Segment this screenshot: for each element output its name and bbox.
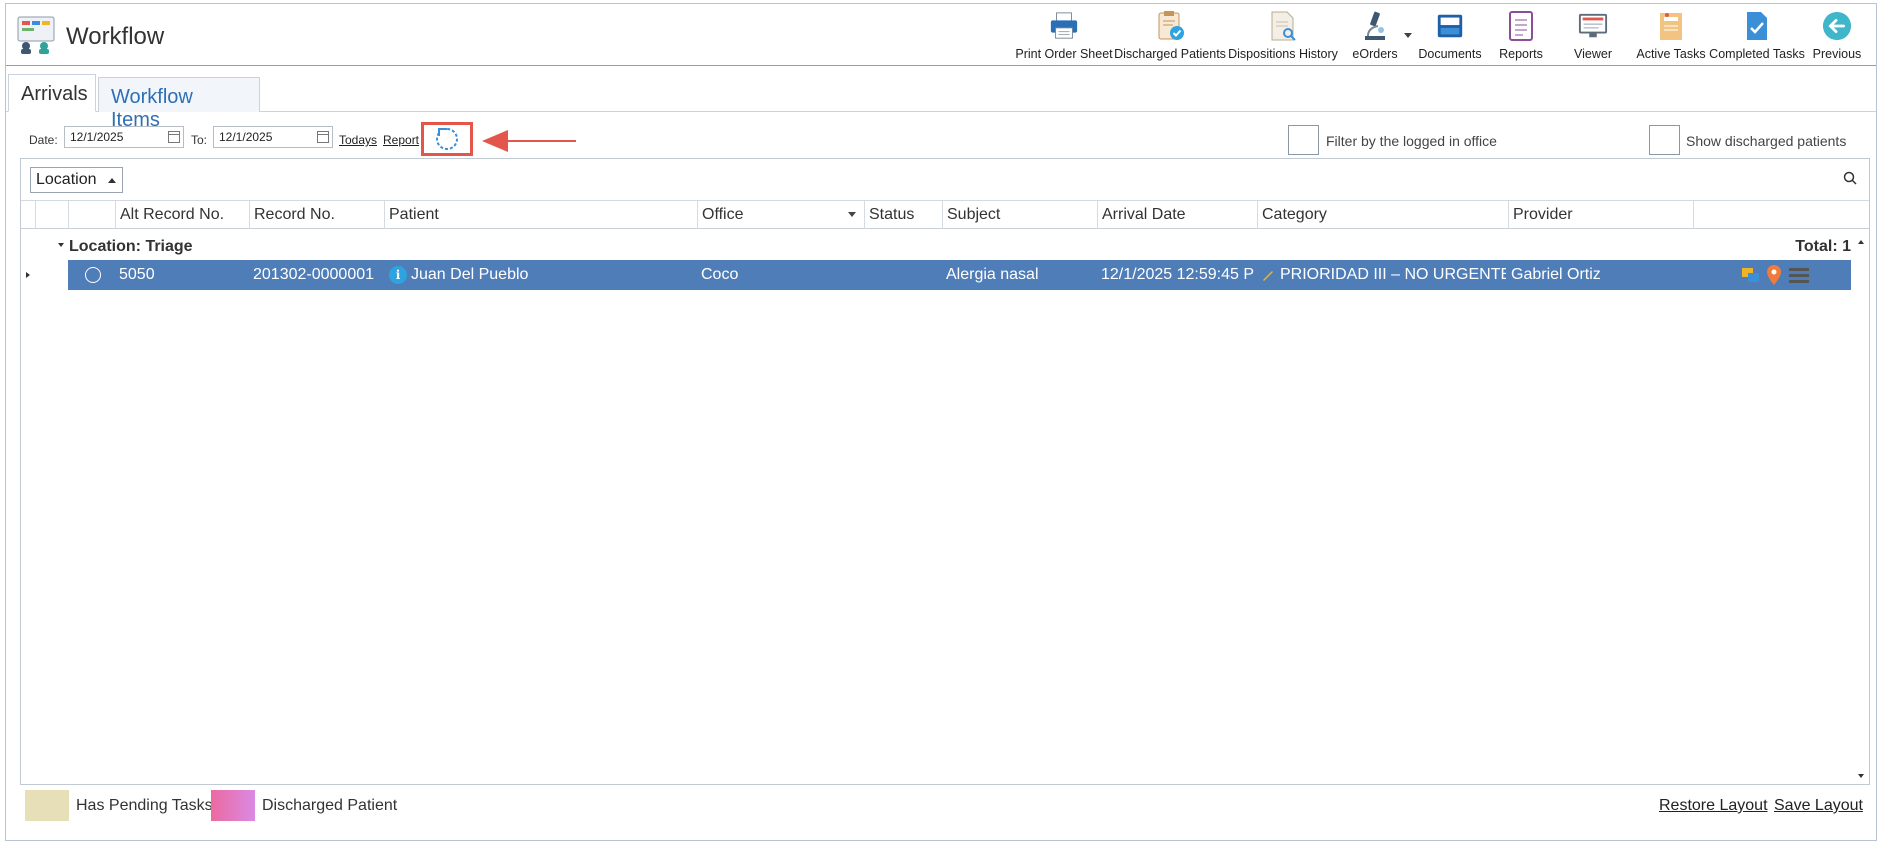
cell-category: PRIORIDAD III – NO URGENTE xyxy=(1280,266,1506,283)
filter-bar: Date: 12/1/2025 To: 12/1/2025 Todays Rep… xyxy=(6,122,1876,158)
calendar-icon[interactable] xyxy=(168,131,180,143)
pending-tasks-swatch xyxy=(25,790,69,821)
workflow-window: Workflow Print Order Sheet Discharged Pa… xyxy=(5,3,1877,841)
dispositions-history-button[interactable]: Dispositions History xyxy=(1226,8,1340,64)
show-discharged-label: Show discharged patients xyxy=(1686,133,1847,149)
column-header-arrival-date[interactable]: Arrival Date xyxy=(1097,201,1257,229)
cell-provider: Gabriel Ortiz xyxy=(1511,266,1601,283)
cell-patient: Juan Del Pueblo xyxy=(411,266,529,283)
filter-office-checkbox[interactable] xyxy=(1288,125,1319,155)
completed-tasks-button[interactable]: Completed Tasks xyxy=(1708,8,1806,64)
tab-strip: Arrivals Workflow Items xyxy=(6,70,1876,131)
column-header-category[interactable]: Category xyxy=(1257,201,1508,229)
discharged-patients-button[interactable]: Discharged Patients xyxy=(1114,8,1226,64)
cell-subject: Alergia nasal xyxy=(946,266,1039,283)
column-header-subject[interactable]: Subject xyxy=(942,201,1097,229)
todays-link[interactable]: Todays xyxy=(339,133,377,147)
eorders-button[interactable]: eOrders xyxy=(1340,8,1412,64)
annotation-arrow-icon xyxy=(482,130,576,152)
back-arrow-icon xyxy=(1822,10,1852,42)
cell-arrival-date: 12/1/2025 12:59:45 P xyxy=(1101,266,1255,283)
active-tasks-icon xyxy=(1656,10,1686,42)
toolbar: Print Order Sheet Discharged Patients Di… xyxy=(1014,8,1868,64)
location-pin-icon[interactable] xyxy=(1766,264,1782,286)
group-by-panel: Location xyxy=(21,159,1869,201)
documents-button[interactable]: Documents xyxy=(1410,8,1490,64)
scroll-up-icon[interactable] xyxy=(1858,240,1864,244)
show-discharged-checkbox[interactable] xyxy=(1649,125,1680,155)
active-tasks-button[interactable]: Active Tasks xyxy=(1634,8,1708,64)
workflow-grid: Location Alt Record No. Record No. Patie… xyxy=(20,158,1870,785)
column-header-status[interactable]: Status xyxy=(864,201,942,229)
to-label: To: xyxy=(191,133,208,147)
save-layout-link[interactable]: Save Layout xyxy=(1774,797,1863,815)
discharged-patient-label: Discharged Patient xyxy=(262,797,398,814)
viewer-button[interactable]: Viewer xyxy=(1552,8,1634,64)
cell-record: 201302-0000001 xyxy=(253,266,375,283)
cell-office: Coco xyxy=(701,266,739,283)
column-header-select xyxy=(68,201,115,229)
column-header-actions xyxy=(1693,201,1851,229)
filter-office-label: Filter by the logged in office xyxy=(1326,133,1497,149)
refresh-icon xyxy=(436,128,458,150)
column-header-indicator xyxy=(35,201,68,229)
restore-layout-link[interactable]: Restore Layout xyxy=(1659,797,1768,815)
monitor-icon xyxy=(1578,10,1608,42)
tab-workflow-items[interactable]: Workflow Items xyxy=(98,77,260,131)
group-row-location[interactable]: Location: Triage Total: 1 xyxy=(21,232,1851,260)
column-header-office[interactable]: Office xyxy=(697,201,864,229)
calendar-icon[interactable] xyxy=(317,131,329,143)
sort-descending-icon xyxy=(848,212,856,217)
info-icon[interactable]: i xyxy=(389,266,407,284)
microscope-icon xyxy=(1360,10,1390,42)
column-header-provider[interactable]: Provider xyxy=(1508,201,1693,229)
print-order-sheet-button[interactable]: Print Order Sheet xyxy=(1014,8,1114,64)
date-to-input[interactable]: 12/1/2025 xyxy=(213,126,333,148)
group-total: Total: 1 xyxy=(1795,238,1851,255)
vertical-scrollbar[interactable] xyxy=(1853,232,1869,784)
report-link[interactable]: Report xyxy=(383,133,419,147)
column-header-row: Alt Record No. Record No. Patient Office… xyxy=(21,201,1869,229)
printer-icon xyxy=(1049,10,1079,42)
document-search-icon xyxy=(1268,10,1298,42)
menu-icon[interactable] xyxy=(1789,266,1809,284)
discharged-clipboard-icon xyxy=(1155,10,1185,42)
scroll-down-icon[interactable] xyxy=(1858,774,1864,778)
column-header-alt-record[interactable]: Alt Record No. xyxy=(115,201,249,229)
date-from-input[interactable]: 12/1/2025 xyxy=(64,126,184,148)
column-header-patient[interactable]: Patient xyxy=(384,201,697,229)
reports-icon xyxy=(1506,10,1536,42)
sort-ascending-icon xyxy=(108,178,116,183)
previous-button[interactable]: Previous xyxy=(1806,8,1868,64)
workflow-logo-icon xyxy=(16,14,56,54)
discharged-patient-swatch xyxy=(211,790,255,821)
group-by-location-chip[interactable]: Location xyxy=(30,167,123,193)
tab-arrivals[interactable]: Arrivals xyxy=(8,74,96,112)
row-indicator-icon xyxy=(26,272,30,278)
documents-tray-icon xyxy=(1435,10,1465,42)
group-collapse-icon[interactable] xyxy=(58,243,64,247)
cell-alt-record: 5050 xyxy=(119,266,155,283)
completed-tasks-icon xyxy=(1742,10,1772,42)
transfer-icon[interactable] xyxy=(1741,266,1761,284)
date-label: Date: xyxy=(29,133,58,147)
app-title: Workflow xyxy=(66,23,165,50)
header-bar: Workflow Print Order Sheet Discharged Pa… xyxy=(6,4,1876,66)
row-select-radio[interactable] xyxy=(85,267,101,283)
pending-tasks-label: Has Pending Tasks xyxy=(76,797,213,814)
pencil-icon xyxy=(1263,271,1273,281)
search-icon[interactable] xyxy=(1843,171,1857,185)
refresh-button[interactable] xyxy=(421,122,473,156)
reports-button[interactable]: Reports xyxy=(1490,8,1552,64)
table-row[interactable]: 5050 201302-0000001 i Juan Del Pueblo Co… xyxy=(21,260,1851,290)
column-header-record[interactable]: Record No. xyxy=(249,201,384,229)
